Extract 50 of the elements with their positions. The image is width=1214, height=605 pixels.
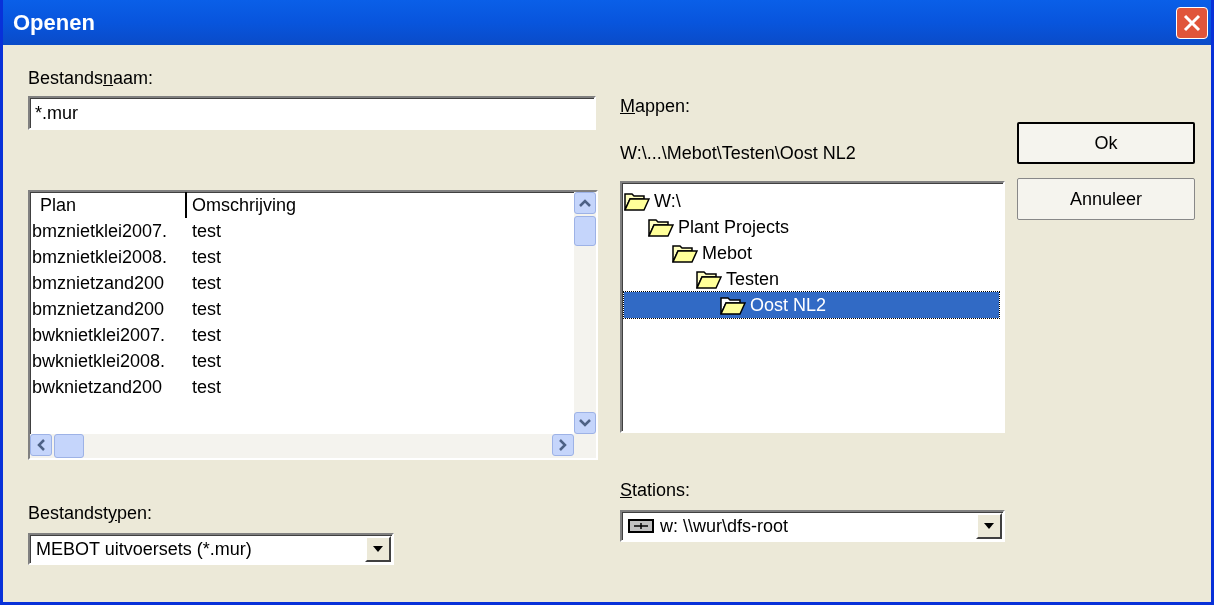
file-type-dropdown[interactable]: MEBOT uitvoersets (*.mur) xyxy=(28,533,394,565)
dialog-button[interactable]: Ok xyxy=(1017,122,1195,164)
description-cell-text: test xyxy=(191,324,221,347)
scroll-right-button[interactable] xyxy=(552,434,574,456)
folder-icon xyxy=(696,269,722,289)
folder-icon xyxy=(672,243,698,263)
field-label: Bestandstypen: xyxy=(28,502,154,525)
open-folder-icon xyxy=(720,295,746,315)
file-name-cell[interactable]: bmznietklei2008. xyxy=(30,244,187,270)
folder-tree-item[interactable]: Plant Projects xyxy=(624,214,999,240)
file-name-cell[interactable]: bwknietklei2007. xyxy=(30,322,187,348)
description-cell-text: test xyxy=(191,376,221,399)
file-name-cell[interactable]: bmznietzand200 xyxy=(30,296,187,322)
folder-icon xyxy=(624,191,650,211)
column-header[interactable]: Omschrijving xyxy=(187,192,297,218)
folder-icon xyxy=(648,217,674,237)
file-name-cell[interactable]: bwknietzand200 xyxy=(30,374,187,400)
description-cell-text: test xyxy=(191,272,221,295)
column-header[interactable]: Plan xyxy=(30,192,187,218)
dialog-button[interactable]: Annuleer xyxy=(1017,178,1195,220)
file-name-cell[interactable]: bmznietklei2007. xyxy=(30,218,187,244)
file-name-cell[interactable]: bwknietklei2008. xyxy=(30,348,187,374)
scroll-thumb[interactable] xyxy=(574,216,596,246)
field-label: Bestandsnaam: xyxy=(28,67,155,90)
folder-tree-item[interactable]: Mebot xyxy=(624,240,999,266)
description-cell-text: test xyxy=(191,220,221,243)
scroll-up-button[interactable] xyxy=(574,192,596,214)
folder-tree-item[interactable]: W:\ xyxy=(624,188,999,214)
chevron-up-icon xyxy=(579,199,591,207)
folder-tree-item[interactable]: Testen xyxy=(624,266,999,292)
chevron-right-icon xyxy=(559,439,567,451)
chevron-down-icon xyxy=(579,419,591,427)
description-cell-text: test xyxy=(191,350,221,373)
close-icon xyxy=(1182,12,1202,33)
close-button[interactable] xyxy=(1176,6,1208,39)
folder-path: W:\...\Mebot\Testen\Oost NL2 xyxy=(620,142,857,165)
network-drive-icon xyxy=(628,518,654,534)
file-name-field[interactable]: *.mur xyxy=(28,96,596,130)
scroll-left-button[interactable] xyxy=(30,434,52,456)
field-label: Mappen: xyxy=(620,95,692,118)
folder-tree-item[interactable]: Oost NL2 xyxy=(624,292,999,318)
chevron-left-icon xyxy=(37,439,45,451)
description-cell-text: test xyxy=(191,246,221,269)
description-cell-text: test xyxy=(191,298,221,321)
window-title: Openen xyxy=(13,9,95,37)
field-label: Stations: xyxy=(620,479,692,502)
file-name-cell[interactable]: bmznietzand200 xyxy=(30,270,187,296)
scroll-thumb[interactable] xyxy=(54,434,84,458)
scroll-down-button[interactable] xyxy=(574,412,596,434)
drive-dropdown[interactable]: w: \\wur\dfs-root xyxy=(620,510,1005,542)
